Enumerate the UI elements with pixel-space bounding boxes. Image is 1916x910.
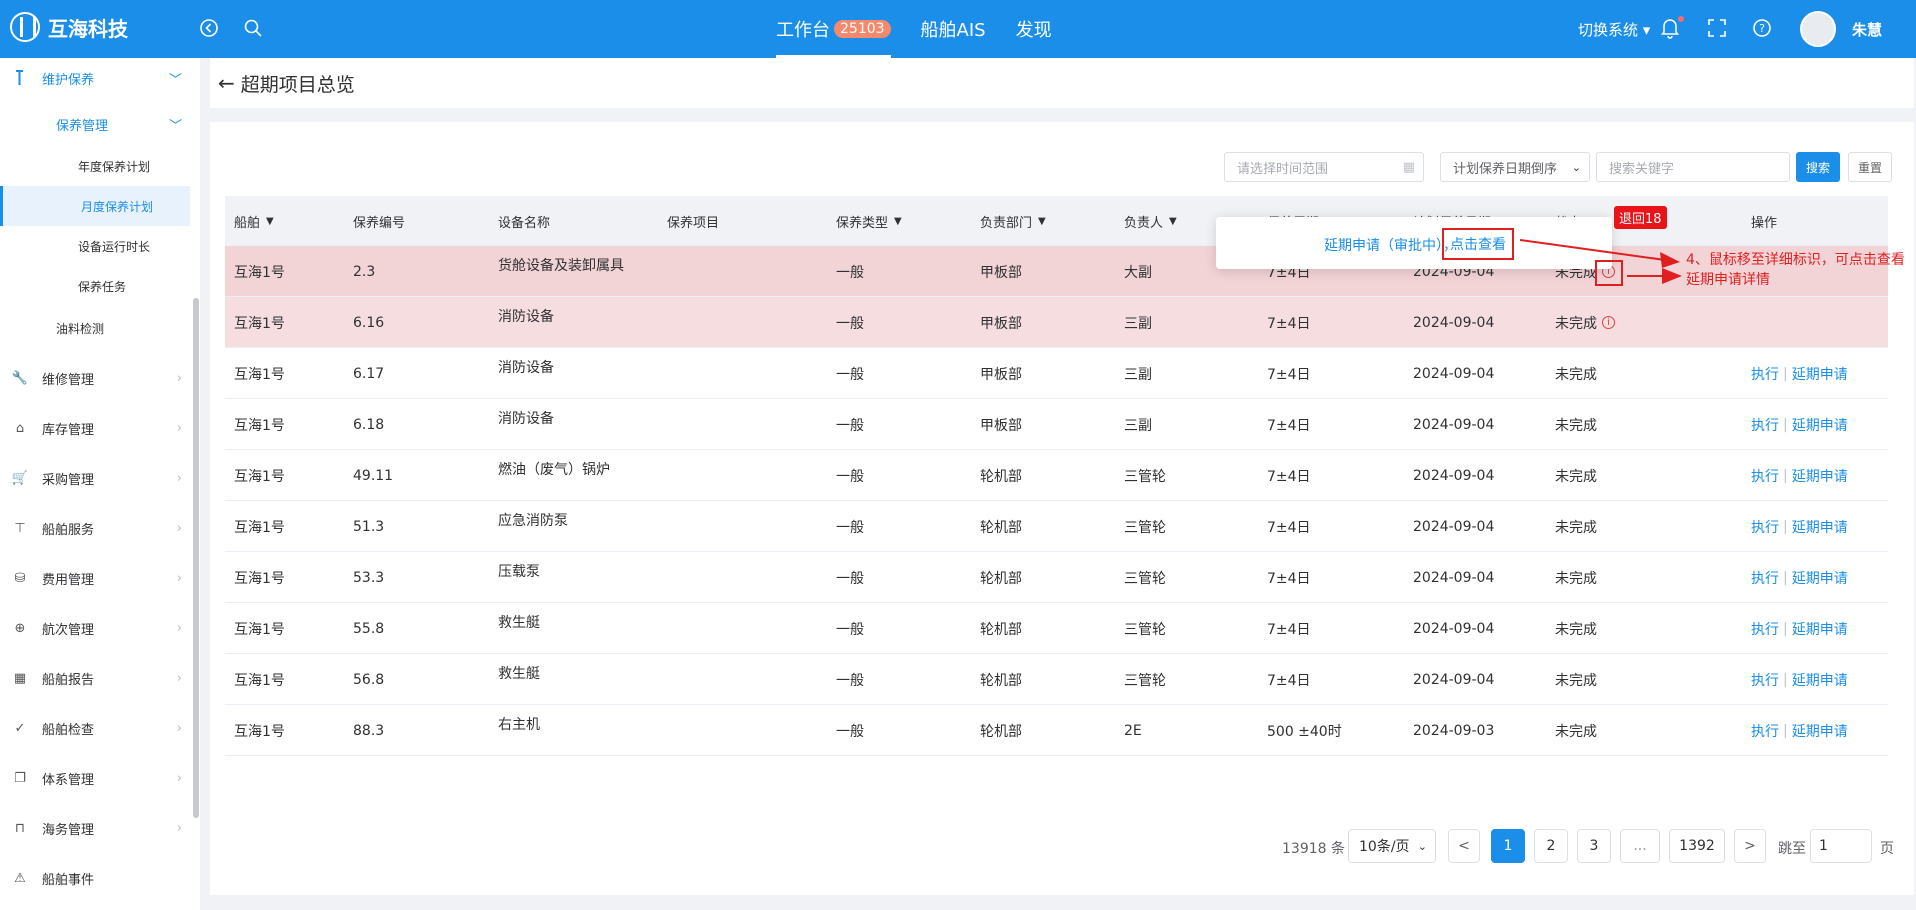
- goto-page-input[interactable]: 1: [1810, 829, 1872, 863]
- page-3-button[interactable]: 3: [1577, 829, 1611, 863]
- page-ellipsis[interactable]: ...: [1620, 829, 1660, 863]
- next-page-button[interactable]: >: [1734, 829, 1766, 863]
- goto-label: 跳至: [1778, 841, 1806, 857]
- prev-page-button[interactable]: <: [1448, 829, 1480, 863]
- page-1-button[interactable]: 1: [1491, 829, 1525, 863]
- page-unit-label: 页: [1880, 841, 1894, 857]
- page-size-select[interactable]: 10条/页 ⌄: [1348, 829, 1436, 863]
- total-count: 13918 条: [1282, 841, 1345, 857]
- page-last-button[interactable]: 1392: [1669, 829, 1725, 863]
- annotation-arrows: [1519, 239, 1682, 284]
- page-2-button[interactable]: 2: [1534, 829, 1568, 863]
- chevron-down-icon: ⌄: [1417, 839, 1427, 853]
- page-size-value: 10条/页: [1359, 839, 1410, 855]
- annotation-text: 4、鼠标移至详细标识，可点击查看延期申请详情: [1686, 252, 1905, 288]
